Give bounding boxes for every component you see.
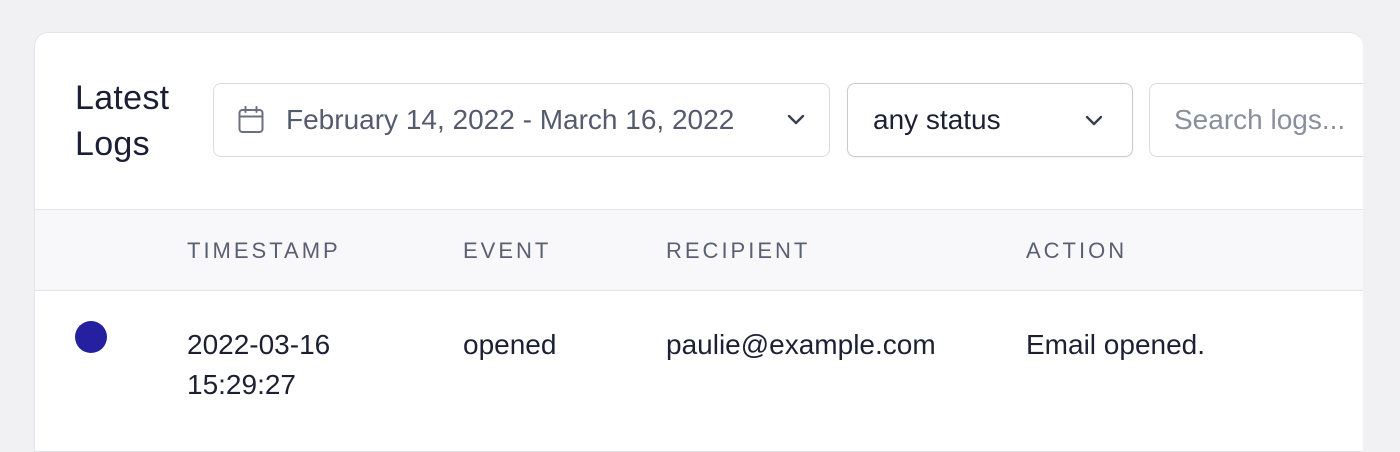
- status-dot: [75, 321, 107, 353]
- table-row[interactable]: 2022-03-16 15:29:27 opened paulie@exampl…: [35, 291, 1363, 451]
- column-header-timestamp: TIMESTAMP: [187, 238, 341, 263]
- date-range-value: February 14, 2022 - March 16, 2022: [286, 104, 735, 135]
- action-cell: Email opened.: [1026, 329, 1206, 360]
- search-input[interactable]: [1174, 84, 1363, 156]
- chevron-down-icon: [787, 114, 805, 125]
- date-range-picker[interactable]: February 14, 2022 - March 16, 2022: [213, 83, 830, 157]
- column-header-event: EVENT: [463, 238, 552, 263]
- column-header-action: ACTION: [1026, 238, 1128, 263]
- status-select-value: any status: [873, 104, 1001, 135]
- recipient-cell: paulie@example.com: [666, 329, 936, 360]
- chevron-down-icon: [1085, 115, 1103, 126]
- calendar-icon: [238, 106, 264, 133]
- logs-toolbar: Latest Logs February 14, 2022 - March 16…: [35, 33, 1363, 209]
- column-header-recipient: RECIPIENT: [666, 238, 811, 263]
- event-cell: opened: [463, 329, 557, 360]
- page-title: Latest Logs: [75, 79, 170, 163]
- timestamp-cell: 2022-03-16 15:29:27: [187, 329, 331, 400]
- logs-card: Latest Logs February 14, 2022 - March 16…: [34, 32, 1363, 452]
- search-field[interactable]: [1149, 83, 1363, 157]
- status-select[interactable]: any status: [847, 83, 1133, 157]
- table-header: TIMESTAMP EVENT RECIPIENT ACTION: [35, 209, 1363, 291]
